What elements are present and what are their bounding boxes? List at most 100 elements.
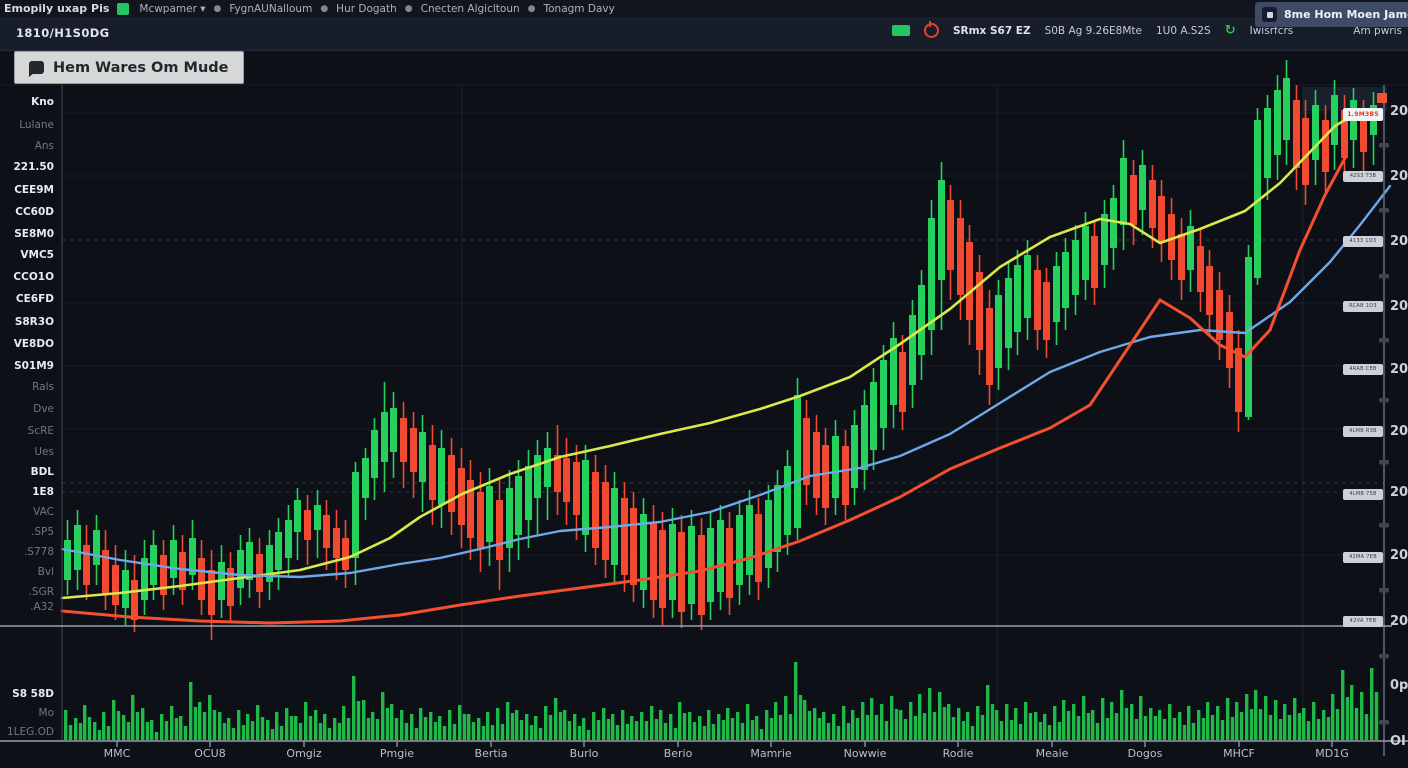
- menu-item-2[interactable]: Hur Dogath: [336, 3, 397, 15]
- volume-bar: [885, 721, 888, 740]
- candle-body: [544, 448, 551, 487]
- volume-bar: [1005, 704, 1008, 740]
- candle-body: [1293, 100, 1300, 168]
- legend-label: Mo: [39, 707, 54, 719]
- candle-body: [928, 218, 935, 330]
- volume-bar: [1269, 715, 1272, 740]
- candle-body: [1264, 108, 1271, 178]
- volume-bar: [213, 710, 216, 740]
- volume-bar: [93, 722, 96, 740]
- volume-bar: [395, 718, 398, 740]
- candle-body: [496, 500, 503, 560]
- volume-bar: [323, 714, 326, 740]
- legend-label: Lulane: [19, 119, 54, 131]
- volume-bar: [726, 708, 729, 740]
- volume-bar: [376, 719, 379, 740]
- candle-body: [918, 285, 925, 355]
- time-scale[interactable]: [62, 742, 1384, 768]
- legend-label: VMC5: [20, 249, 54, 261]
- candle-body: [208, 570, 215, 615]
- candle-body: [880, 360, 887, 428]
- axis-alert-marker[interactable]: [1377, 93, 1387, 103]
- volume-bar: [304, 702, 307, 740]
- candle-body: [371, 430, 378, 478]
- volume-bar: [1048, 725, 1051, 740]
- status-text-3: S0B Ag 9.26E8Mte: [1045, 25, 1142, 37]
- volume-bar: [1158, 710, 1161, 740]
- volume-bar: [1279, 719, 1282, 740]
- menu-item-1[interactable]: FygnAUNalloum: [229, 3, 312, 15]
- volume-bar: [722, 720, 725, 740]
- candle-body: [736, 515, 743, 585]
- volume-bar: [640, 712, 643, 740]
- chart-canvas[interactable]: [0, 0, 1408, 768]
- candle-body: [400, 418, 407, 462]
- volume-bar: [1370, 668, 1373, 740]
- candle-body: [947, 200, 954, 270]
- volume-bar: [832, 714, 835, 740]
- top-menu-bar: Emopily uxap Pis Mcwpamer ▾●FygnAUNallou…: [0, 0, 1408, 17]
- volume-bar: [1327, 717, 1330, 740]
- volume-bar: [1283, 704, 1286, 740]
- volume-bar: [438, 716, 441, 740]
- status-square-icon: [117, 3, 129, 15]
- refresh-icon[interactable]: ↻: [1225, 25, 1236, 36]
- legend-label: SE8M0: [14, 228, 54, 240]
- volume-bar: [165, 721, 168, 740]
- volume-bar: [472, 722, 475, 740]
- legend-label: CC60D: [15, 206, 54, 218]
- green-badge-icon[interactable]: [892, 25, 910, 36]
- volume-bar: [357, 701, 360, 740]
- volume-bar: [578, 726, 581, 740]
- candle-body: [275, 532, 282, 570]
- date-axis-label: Rodie: [943, 747, 974, 760]
- volume-bar: [779, 715, 782, 740]
- volume-bar: [1245, 694, 1248, 740]
- account-panel[interactable]: 8me Hom Moen Jamoo: [1255, 2, 1408, 27]
- candle-body: [774, 485, 781, 552]
- price-axis-label: 20: [1390, 424, 1408, 439]
- price-level-tag: 42VA 7EB: [1343, 616, 1383, 627]
- candle-body: [1245, 257, 1252, 417]
- volume-bar: [1120, 690, 1123, 740]
- candle-body: [1331, 95, 1338, 145]
- price-scale[interactable]: [1384, 85, 1408, 756]
- power-icon[interactable]: [924, 23, 939, 38]
- volume-bar: [1235, 702, 1238, 740]
- volume-bar: [386, 708, 389, 740]
- volume-bar: [203, 712, 206, 740]
- price-level-tag: 4133 1O3: [1343, 236, 1383, 247]
- volume-bar: [1115, 713, 1118, 740]
- volume-bar: [856, 718, 859, 740]
- candle-body: [112, 565, 119, 605]
- volume-bar: [160, 714, 163, 740]
- chart-mode-button[interactable]: Hem Wares Om Mude: [14, 51, 244, 84]
- candle-body: [1091, 236, 1098, 288]
- candle-body: [698, 535, 705, 615]
- menu-item-0[interactable]: Mcwpamer ▾: [139, 3, 205, 15]
- volume-bar: [1375, 692, 1378, 740]
- volume-bar: [390, 704, 393, 740]
- volume-bar: [189, 682, 192, 740]
- candle-body: [899, 352, 906, 412]
- volume-bar: [299, 723, 302, 740]
- volume-bar: [1125, 708, 1128, 740]
- volume-bar: [1183, 725, 1186, 740]
- menu-item-4[interactable]: Tonagm Davy: [544, 3, 615, 15]
- volume-bar: [419, 708, 422, 740]
- volume-bar: [770, 718, 773, 740]
- volume-bar: [991, 704, 994, 740]
- volume-bar: [1293, 698, 1296, 740]
- volume-bar: [218, 712, 221, 740]
- volume-bar: [261, 717, 264, 740]
- volume-bar: [1082, 696, 1085, 740]
- candle-body: [717, 520, 724, 592]
- volume-bar: [227, 718, 230, 740]
- volume-bar: [650, 706, 653, 740]
- menu-item-3[interactable]: Cnecten Algicltoun: [421, 3, 520, 15]
- candle-body: [861, 405, 868, 470]
- candle-body: [477, 492, 484, 548]
- volume-bar: [880, 704, 883, 740]
- volume-bar: [621, 710, 624, 740]
- volume-bar: [1336, 709, 1339, 740]
